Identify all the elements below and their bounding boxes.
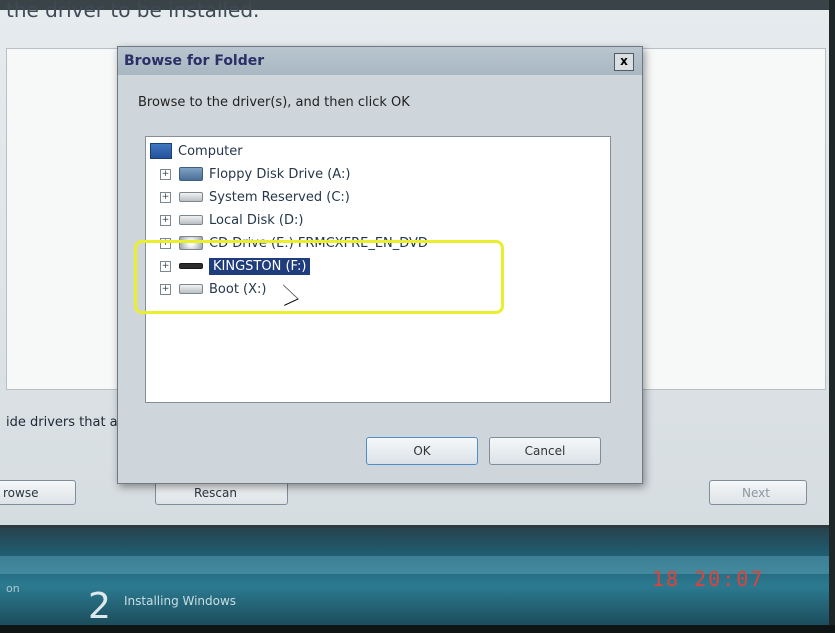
- cancel-button-label: Cancel: [524, 444, 566, 458]
- close-icon[interactable]: x: [614, 53, 634, 71]
- browse-button[interactable]: rowse: [0, 480, 76, 505]
- highlight-annotation: [134, 240, 504, 314]
- next-button-label: Next: [742, 485, 770, 500]
- computer-icon: [150, 143, 172, 159]
- tree-item-computer[interactable]: Computer: [150, 141, 243, 161]
- tree-item-label: Floppy Disk Drive (A:): [209, 166, 351, 182]
- monitor-bezel-right: [829, 0, 835, 633]
- dialog-title: Browse for Folder: [124, 53, 265, 69]
- tree-item-local-disk[interactable]: + Local Disk (D:): [160, 210, 303, 230]
- floppy-drive-icon: [179, 167, 203, 181]
- tree-item-label: System Reserved (C:): [209, 189, 350, 205]
- monitor-bezel-bottom: [0, 625, 835, 633]
- camera-timestamp: 18 20:07: [652, 567, 765, 591]
- ok-button[interactable]: OK: [366, 437, 478, 465]
- previous-step-label: on: [6, 582, 20, 595]
- tree-item-floppy[interactable]: + Floppy Disk Drive (A:): [160, 164, 350, 184]
- step-label: Installing Windows: [124, 594, 237, 608]
- tree-item-label: Computer: [178, 143, 243, 159]
- expand-icon[interactable]: +: [160, 214, 171, 226]
- expand-icon[interactable]: +: [160, 168, 171, 180]
- wizard-heading: the driver to be installed.: [6, 0, 260, 22]
- ok-button-label: OK: [413, 444, 431, 458]
- step-number: 2: [88, 586, 111, 627]
- next-button[interactable]: Next: [709, 480, 807, 505]
- hard-drive-icon: [179, 192, 203, 202]
- dialog-titlebar: Browse for Folder x: [118, 47, 642, 75]
- expand-icon[interactable]: +: [160, 191, 171, 203]
- browse-button-label: rowse: [3, 485, 39, 500]
- hard-drive-icon: [179, 215, 203, 225]
- tree-item-system-reserved[interactable]: + System Reserved (C:): [160, 187, 350, 207]
- wizard-note: ide drivers that a: [6, 415, 118, 430]
- rescan-button-label: Rescan: [194, 485, 237, 500]
- tree-item-label: Local Disk (D:): [209, 212, 304, 228]
- dialog-instruction: Browse to the driver(s), and then click …: [138, 95, 410, 110]
- cancel-button[interactable]: Cancel: [489, 437, 601, 465]
